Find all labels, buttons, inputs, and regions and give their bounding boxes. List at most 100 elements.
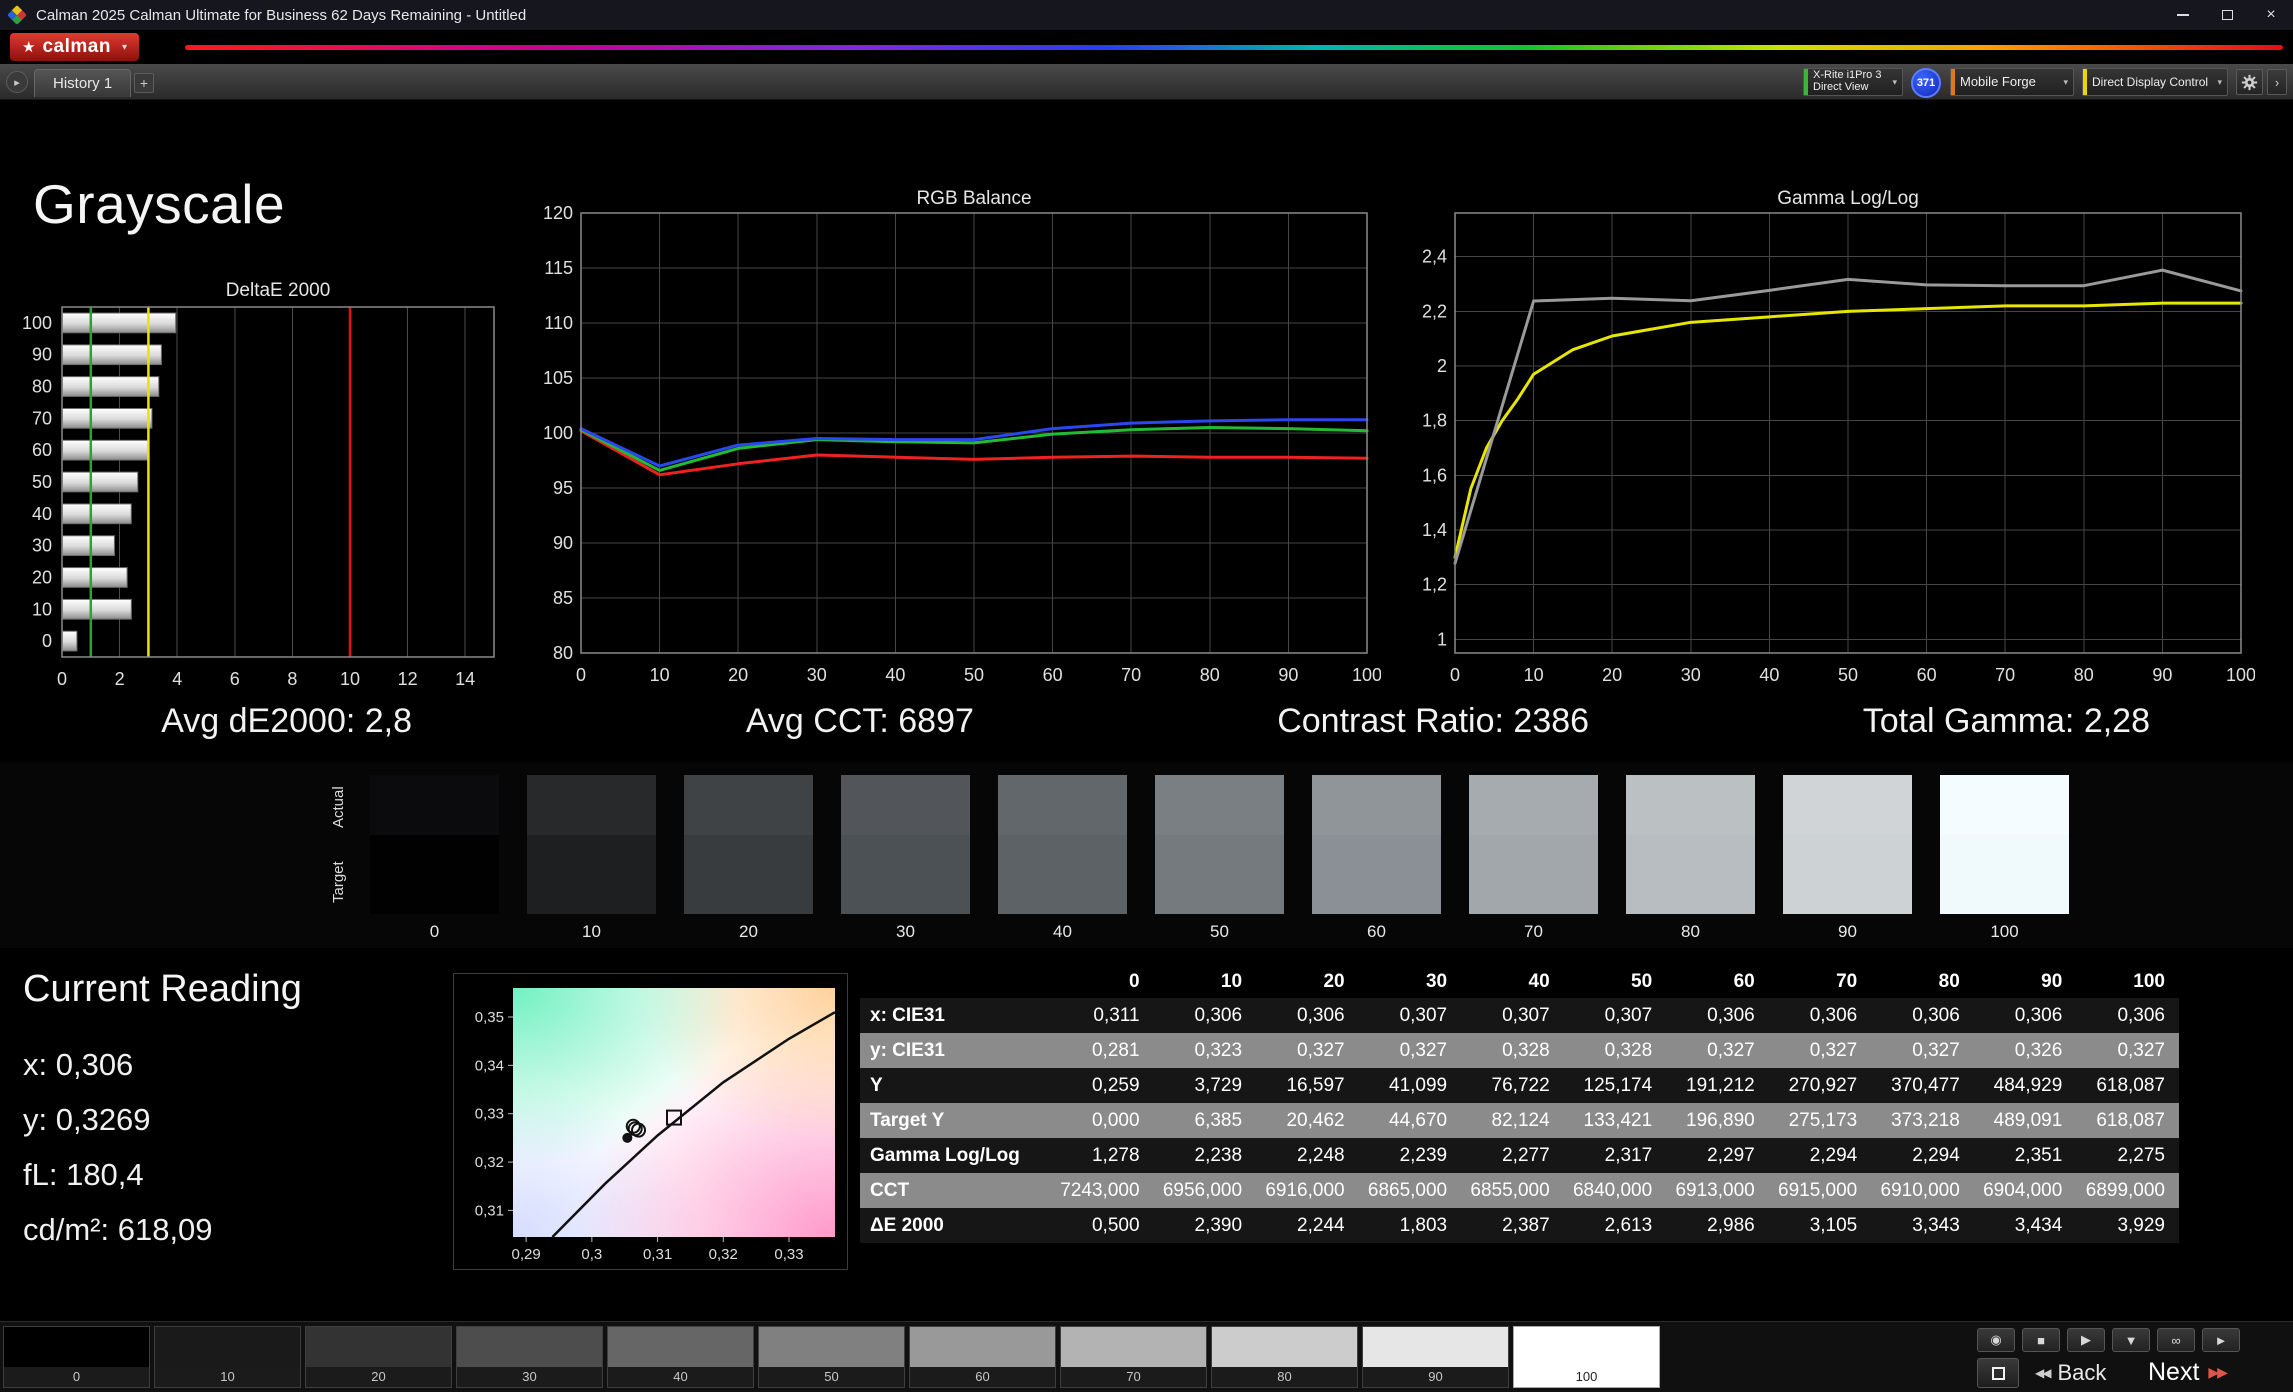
svg-text:0: 0 (42, 631, 52, 651)
rgb-balance-chart: 8085909510010511011512001020304050607080… (531, 205, 1381, 690)
pattern-patch-20[interactable]: 20 (305, 1326, 452, 1388)
table-row: y: CIE310,2810,3230,3270,3270,3280,3280,… (860, 1033, 2179, 1068)
pattern-patch-80[interactable]: 80 (1211, 1326, 1358, 1388)
chevron-down-icon: ▾ (2217, 77, 2227, 88)
continuous-button[interactable]: ∞ (2157, 1328, 2195, 1352)
svg-text:50: 50 (964, 665, 984, 685)
pattern-patch-10[interactable]: 10 (154, 1326, 301, 1388)
calman-window: Calman 2025 Calman Ultimate for Business… (0, 0, 2293, 1392)
tab-bar: ▸ History 1 + X-Rite i1Pro 3 Direct View… (0, 64, 2293, 100)
swatch-label: 20 (684, 922, 813, 942)
svg-text:0,32: 0,32 (475, 1154, 504, 1171)
add-layout-button[interactable]: + (134, 73, 154, 93)
chevron-down-icon: ▾ (1892, 77, 1902, 88)
svg-text:0,34: 0,34 (475, 1057, 504, 1074)
settings-button[interactable] (2236, 69, 2263, 95)
back-button[interactable]: ◀◀ Back (2035, 1358, 2106, 1388)
svg-text:2,2: 2,2 (1422, 301, 1447, 321)
pattern-patch-70[interactable]: 70 (1060, 1326, 1207, 1388)
svg-text:2: 2 (1437, 356, 1447, 376)
calman-logo-icon: ★ (22, 40, 35, 55)
cie-chromaticity-panel: 0,310,320,330,340,350,290,30,310,320,33 (453, 973, 848, 1270)
svg-text:90: 90 (1278, 665, 1298, 685)
svg-text:85: 85 (553, 588, 573, 608)
table-row: Y0,2593,72916,59741,09976,722125,174191,… (860, 1068, 2179, 1103)
next-label: Next (2148, 1358, 2199, 1387)
grayscale-swatch: 40 (998, 775, 1127, 942)
calman-logo-button[interactable]: ★ calman ▾ (10, 33, 139, 61)
calman-logo-text: calman (42, 36, 110, 58)
swatch-label: 70 (1469, 922, 1598, 942)
bottom-bar: 0102030405060708090100 ◉ ■ ▶ ▼ ∞ ► ◀◀ Back Ne… (0, 1321, 2293, 1392)
svg-text:105: 105 (543, 368, 573, 388)
app-icon (7, 5, 27, 25)
save-button[interactable]: ▼ (2112, 1328, 2150, 1352)
contrast-ratio-readout: Contrast Ratio: 2386 (1147, 698, 1720, 744)
close-button[interactable]: × (2249, 0, 2293, 30)
pattern-patch-30[interactable]: 30 (456, 1326, 603, 1388)
meter-selector[interactable]: X-Rite i1Pro 3 Direct View ▾ (1803, 68, 1903, 96)
grayscale-swatch-strip: Actual Target 0102030405060708090100 (0, 762, 2293, 948)
deltae-chart: 100908070605040302010002468101214 (7, 300, 512, 705)
display-control-name: Direct Display Control (2087, 76, 2213, 89)
collapse-panel-button[interactable]: › (2267, 69, 2287, 95)
stop-icon (1992, 1367, 2005, 1380)
grayscale-swatch: 50 (1155, 775, 1284, 942)
pattern-patch-90[interactable]: 90 (1362, 1326, 1509, 1388)
maximize-button[interactable] (2205, 0, 2249, 30)
tab-history-1[interactable]: History 1 (34, 69, 131, 97)
svg-text:40: 40 (885, 665, 905, 685)
grayscale-swatch: 30 (841, 775, 970, 942)
svg-text:14: 14 (455, 669, 475, 689)
grayscale-swatch: 10 (527, 775, 656, 942)
svg-text:6: 6 (230, 669, 240, 689)
current-reading-panel: Current Reading x: 0,306 y: 0,3269 fL: 1… (23, 968, 302, 1257)
layout-expander-button[interactable]: ▸ (6, 71, 28, 93)
logo-bar: ★ calman ▾ (0, 30, 2293, 64)
grayscale-swatch: 60 (1312, 775, 1441, 942)
svg-text:100: 100 (1352, 665, 1381, 685)
swatch-label: 90 (1783, 922, 1912, 942)
pattern-patch-40[interactable]: 40 (607, 1326, 754, 1388)
stop-button[interactable]: ■ (2022, 1328, 2060, 1352)
grayscale-swatch: 20 (684, 775, 813, 942)
skip-button[interactable]: ► (2202, 1328, 2240, 1352)
gear-icon (2241, 74, 2258, 91)
pattern-patch-100[interactable]: 100 (1513, 1326, 1660, 1388)
svg-text:110: 110 (544, 313, 573, 333)
pattern-patch-50[interactable]: 50 (758, 1326, 905, 1388)
svg-text:90: 90 (2152, 665, 2172, 685)
svg-text:50: 50 (1838, 665, 1858, 685)
target-row-label: Target (330, 846, 347, 918)
pattern-patch-0[interactable]: 0 (3, 1326, 150, 1388)
next-button[interactable]: Next ▶▶ (2148, 1355, 2226, 1389)
svg-text:1,4: 1,4 (1422, 520, 1447, 540)
table-row: CCT7243,0006956,0006916,0006865,0006855,… (860, 1173, 2179, 1208)
svg-text:90: 90 (32, 345, 52, 365)
deltae-chart-title: DeltaE 2000 (62, 280, 494, 302)
svg-text:30: 30 (32, 536, 52, 556)
meter-name-line2: Direct View (1813, 82, 1881, 94)
svg-text:20: 20 (32, 567, 52, 587)
pattern-patch-60[interactable]: 60 (909, 1326, 1056, 1388)
svg-text:95: 95 (553, 478, 573, 498)
svg-text:0,3: 0,3 (581, 1246, 602, 1263)
camera-button[interactable]: ◉ (1977, 1328, 2015, 1352)
svg-text:0: 0 (576, 665, 586, 685)
meter-count-badge: 371 (1911, 68, 1941, 98)
minimize-button[interactable] (2161, 0, 2205, 30)
gamma-chart: 11,21,41,61,822,22,401020304050607080901… (1405, 205, 2255, 690)
play-button[interactable]: ▶ (2067, 1328, 2105, 1352)
svg-text:10: 10 (1524, 665, 1544, 685)
minimize-icon (2177, 14, 2189, 16)
svg-text:10: 10 (32, 599, 52, 619)
source-selector[interactable]: Mobile Forge ▾ (1950, 68, 2074, 96)
stop-measurement-button[interactable] (1977, 1358, 2019, 1388)
swatch-label: 100 (1940, 922, 2069, 942)
table-row: x: CIE310,3110,3060,3060,3070,3070,3070,… (860, 998, 2179, 1033)
svg-text:100: 100 (2226, 665, 2255, 685)
cie-chart: 0,310,320,330,340,350,290,30,310,320,33 (454, 974, 849, 1271)
svg-text:10: 10 (650, 665, 670, 685)
summary-row: Avg dE2000: 2,8 Avg CCT: 6897 Contrast R… (0, 698, 2293, 744)
display-control-selector[interactable]: Direct Display Control ▾ (2082, 68, 2228, 96)
